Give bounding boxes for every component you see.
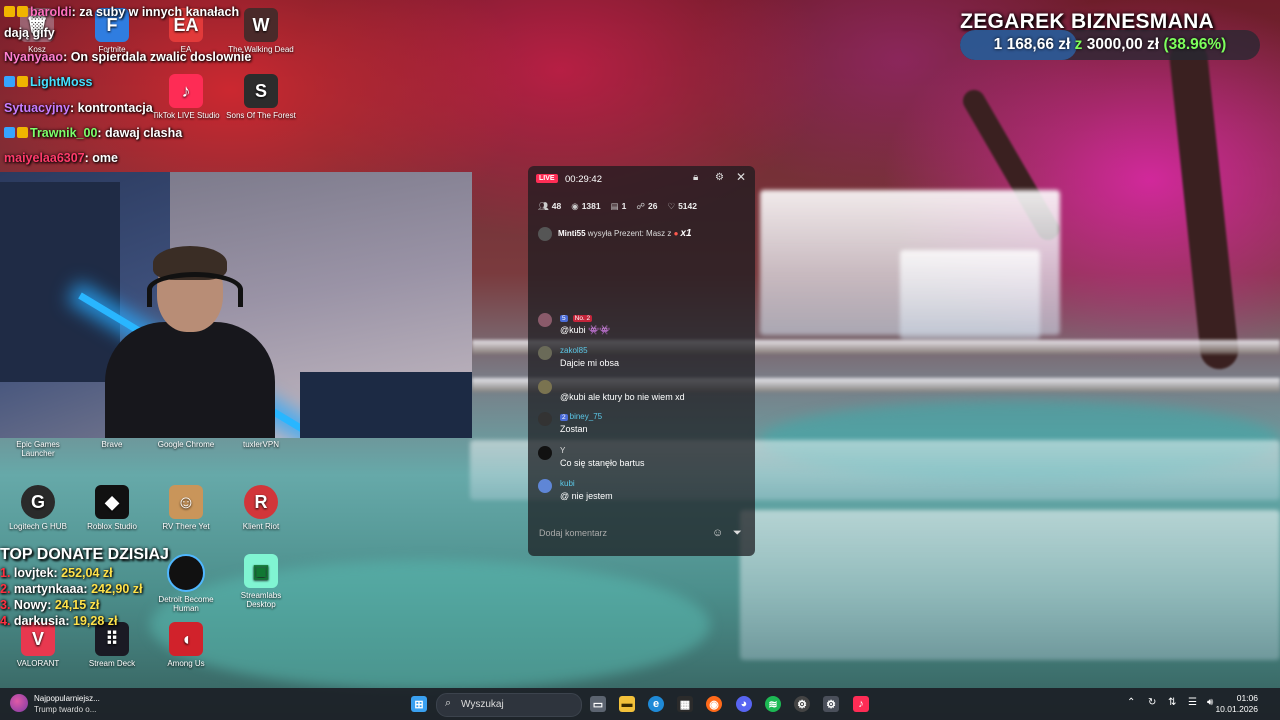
streamer-hoodie bbox=[105, 322, 275, 438]
task-view-icon[interactable]: ▭ bbox=[590, 696, 606, 712]
spotify-icon[interactable]: ≋ bbox=[765, 696, 781, 712]
streamlabs-icon: ▣ bbox=[244, 554, 278, 588]
chat-line: Nyanyaao: On spierdala zwalic doslownie bbox=[4, 50, 252, 64]
live-badge: LIVE bbox=[536, 174, 558, 183]
donate-row: 1. lovjtek: 252,04 zł bbox=[0, 566, 113, 580]
gifts-stat: ▤ 1 bbox=[610, 201, 627, 211]
comment-bar[interactable]: Dodaj komentarz ☺ ⏷ bbox=[528, 524, 755, 544]
comment-input[interactable]: Dodaj komentarz bbox=[539, 528, 607, 538]
avatar bbox=[538, 446, 552, 460]
avatar bbox=[538, 412, 552, 426]
goal-progress-bar: 1 168,66 zł z 3000,00 zł (38.96%) bbox=[960, 30, 1260, 60]
walking-dead-icon: W bbox=[244, 8, 278, 42]
users-icon: 👥︎ bbox=[538, 201, 549, 211]
chat-line: Trawnik_00: dawaj clasha bbox=[4, 126, 182, 140]
desktop-icon-chrome[interactable]: Google Chrome bbox=[151, 440, 221, 449]
desktop-icon-rv-there-yet[interactable]: ☺ RV There Yet bbox=[151, 485, 221, 531]
live-timer: 00:29:42 bbox=[565, 174, 602, 185]
file-explorer-icon[interactable]: ▬ bbox=[619, 696, 635, 712]
headset-icon bbox=[147, 272, 243, 307]
desktop-icon-streamlabs[interactable]: ▣ Streamlabs Desktop bbox=[226, 554, 296, 609]
desktop-icon-sons-forest[interactable]: S Sons Of The Forest bbox=[226, 74, 296, 120]
tiktok-taskbar-icon[interactable]: ♪ bbox=[853, 696, 869, 712]
desktop-icon-riot[interactable]: R Klient Riot bbox=[226, 485, 296, 531]
chat-line: baroldi: za suby w innych kanałach bbox=[4, 5, 239, 19]
chat-line: Sytuacyjny: kontrontacja bbox=[4, 101, 153, 115]
desktop-icon-among-us[interactable]: ◖ Among Us bbox=[151, 622, 221, 668]
tiktok-icon: ♪ bbox=[169, 74, 203, 108]
chat-line: dają gify bbox=[4, 26, 55, 40]
riot-icon: R bbox=[244, 485, 278, 519]
desktop-icon-brave[interactable]: Brave bbox=[77, 440, 147, 449]
waterfall-bottom bbox=[740, 510, 1280, 660]
desktop-icon-roblox[interactable]: ◆ Roblox Studio bbox=[77, 485, 147, 531]
waterfall-center bbox=[900, 250, 1040, 340]
live-studio-widget[interactable]: LIVE 00:29:42 🔒︎ ⚙︎ ✕ 👥︎ 48 ◉ 1381 ▤ 1 ☍ 26 … bbox=[528, 166, 755, 556]
emoji-icon[interactable]: ☺ bbox=[712, 527, 723, 539]
taskbar: Najpopularniejsz... Trump twardo o... ⊞ … bbox=[0, 688, 1280, 720]
search-icon: ⌕ bbox=[445, 697, 452, 709]
top-donate-panel: TOP DONATE DZISIAJ 1. lovjtek: 252,04 zł… bbox=[0, 546, 200, 628]
sync-icon[interactable]: ↻ bbox=[1148, 697, 1156, 708]
desktop-icon-logitech[interactable]: G Logitech G HUB bbox=[3, 485, 73, 531]
avatar bbox=[538, 313, 552, 327]
chevron-up-icon[interactable]: ⌃ bbox=[1127, 697, 1135, 708]
gift-notification: Minti55 wysyła Prezent: Masz z ● x1 bbox=[538, 227, 748, 241]
gift-icon: ▤ bbox=[610, 201, 619, 211]
volume-icon[interactable]: 🔊︎ bbox=[1207, 697, 1213, 708]
close-icon[interactable]: ✕ bbox=[736, 170, 746, 184]
donate-row: 3. Nowy: 24,15 zł bbox=[0, 598, 100, 612]
network-icon[interactable]: ⇅ bbox=[1168, 697, 1176, 708]
sons-forest-icon: S bbox=[244, 74, 278, 108]
news-icon bbox=[10, 694, 28, 712]
top-donate-title: TOP DONATE DZISIAJ bbox=[0, 546, 169, 563]
wifi-icon[interactable]: ☰ bbox=[1188, 697, 1197, 708]
chat-line: maiyelaa6307: ome bbox=[4, 151, 118, 165]
webcam-feed bbox=[0, 172, 472, 438]
webcam-desk bbox=[300, 372, 472, 438]
desktop-icon-stream-deck[interactable]: ⠿ Stream Deck bbox=[77, 622, 147, 668]
roblox-icon: ◆ bbox=[95, 485, 129, 519]
desktop-icon-epic-games[interactable]: Epic Games Launcher bbox=[3, 440, 73, 458]
heart-icon: ♡ bbox=[667, 201, 676, 211]
steam-icon[interactable]: ⚙︎ bbox=[794, 696, 810, 712]
avatar bbox=[538, 479, 552, 493]
avatar bbox=[538, 346, 552, 360]
follower-icon: ☍ bbox=[636, 201, 645, 211]
desktop-icon-tiktok-studio[interactable]: ♪ TikTok LIVE Studio bbox=[151, 74, 221, 120]
desktop-icon-valorant[interactable]: V VALORANT bbox=[3, 622, 73, 668]
avatar bbox=[538, 227, 552, 241]
gift-item-icon: ● bbox=[673, 229, 679, 239]
chat-line: LightMoss bbox=[4, 75, 93, 89]
goal-progress-text: 1 168,66 zł z 3000,00 zł (38.96%) bbox=[993, 36, 1227, 53]
taskbar-search[interactable]: ⌕ Wyszukaj bbox=[436, 693, 582, 717]
store-icon[interactable]: ▦ bbox=[677, 696, 693, 712]
streamer bbox=[105, 246, 275, 438]
viewers-stat: 👥︎ 48 bbox=[538, 201, 562, 211]
webcam-shelf bbox=[0, 182, 120, 382]
settings-app-icon[interactable]: ⚙︎ bbox=[823, 696, 839, 712]
donate-row: 2. martynkaaa: 242,90 zł bbox=[0, 582, 143, 596]
discord-icon[interactable]: ◕ bbox=[736, 696, 752, 712]
followers-stat: ☍ 26 bbox=[636, 201, 658, 211]
avatar bbox=[538, 380, 552, 394]
lock-icon[interactable]: 🔒︎ bbox=[693, 172, 698, 183]
desktop-icon-tuxler[interactable]: tuxlerVPN bbox=[226, 440, 296, 449]
rv-icon: ☺ bbox=[169, 485, 203, 519]
filter-icon[interactable]: ⏷ bbox=[733, 527, 742, 540]
likes-stat: ♡ 5142 bbox=[667, 201, 697, 211]
settings-icon[interactable]: ⚙︎ bbox=[715, 172, 724, 183]
tree-trunk bbox=[1167, 38, 1241, 372]
windows-start-icon[interactable]: ⊞ bbox=[411, 696, 427, 712]
live-widget-header[interactable]: LIVE 00:29:42 🔒︎ ⚙︎ ✕ bbox=[528, 166, 755, 192]
taskbar-clock[interactable]: 01:06 10.01.2026 bbox=[1215, 693, 1258, 715]
eye-icon: ◉ bbox=[571, 201, 579, 211]
edge-icon[interactable]: e bbox=[648, 696, 664, 712]
logitech-icon: G bbox=[21, 485, 55, 519]
live-stats: 👥︎ 48 ◉ 1381 ▤ 1 ☍ 26 ♡ 5142 bbox=[538, 201, 697, 212]
views-stat: ◉ 1381 bbox=[571, 201, 601, 211]
donate-row: 4. darkusia: 19,28 zł bbox=[0, 614, 118, 628]
firefox-icon[interactable]: ◉ bbox=[706, 696, 722, 712]
